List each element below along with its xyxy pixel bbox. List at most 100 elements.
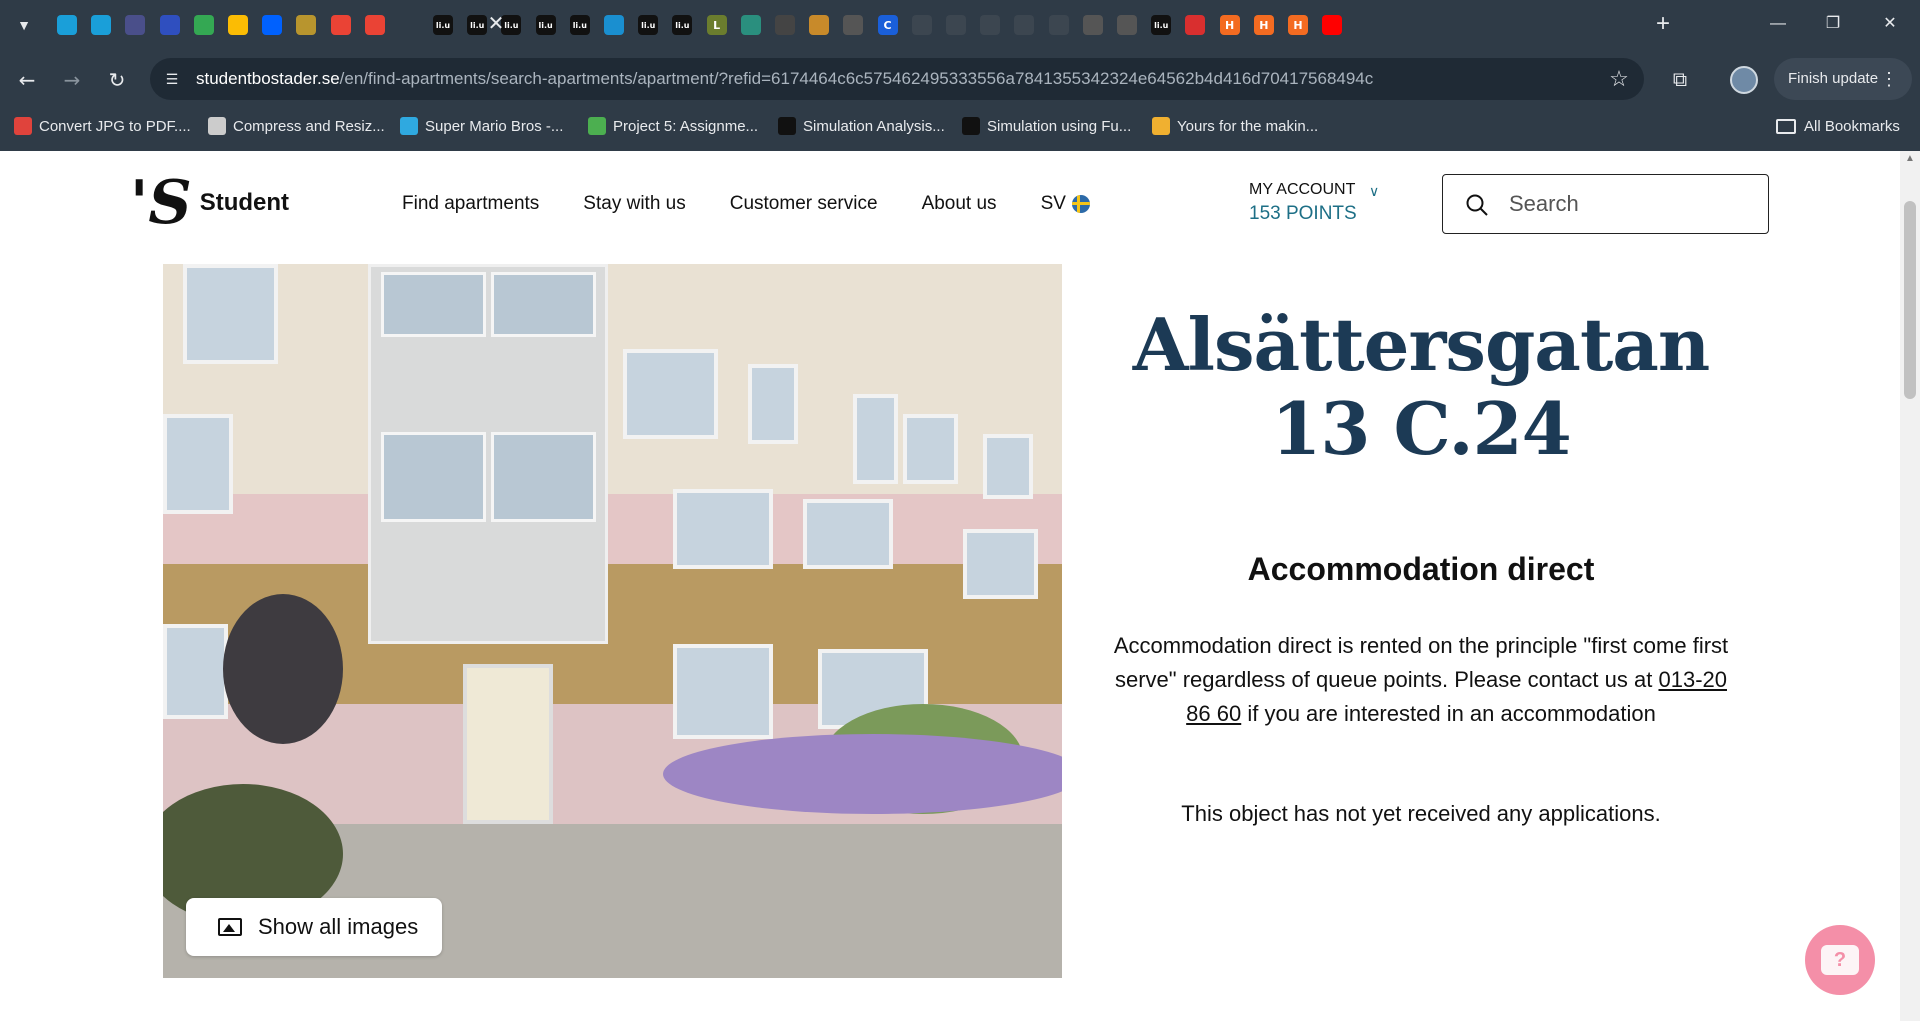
liu-icon: li.u	[1151, 15, 1172, 35]
extensions-puzzle-icon[interactable]: ⧉	[1662, 62, 1698, 98]
tab-search-chevron-icon[interactable]: ▼	[10, 12, 38, 38]
address-bar[interactable]: ☰ studentbostader.se/en/find-apartments/…	[150, 58, 1644, 100]
book-icon	[740, 15, 761, 35]
bookmark-item[interactable]: Project 5: Assignme...	[588, 112, 758, 140]
browser-tab[interactable]: li.u	[665, 8, 699, 42]
bookmark-star-icon[interactable]: ☆	[1606, 66, 1632, 92]
browser-tab[interactable]	[734, 8, 768, 42]
browser-tab[interactable]	[221, 8, 255, 42]
browser-tab[interactable]	[597, 8, 631, 42]
language-switch[interactable]: SV	[1041, 193, 1090, 215]
nav-customer-service[interactable]: Customer service	[730, 193, 878, 215]
browser-tab[interactable]: C	[871, 8, 905, 42]
browser-tab[interactable]	[118, 8, 152, 42]
url-text[interactable]: studentbostader.se/en/find-apartments/se…	[196, 69, 1373, 89]
bookmarks-bar: Convert JPG to PDF.... Compress and Resiz…	[0, 112, 1920, 140]
site-search[interactable]	[1442, 174, 1769, 234]
chevron-down-icon[interactable]: ∨	[1369, 183, 1379, 200]
circle-logo-icon	[125, 15, 146, 35]
bookmark-item[interactable]: Compress and Resiz...	[208, 112, 385, 140]
browser-tab[interactable]	[905, 8, 939, 42]
listing-description: Accommodation direct is rented on the pr…	[1112, 629, 1730, 731]
browser-tab[interactable]	[1076, 8, 1110, 42]
browser-tab[interactable]: li.u	[1144, 8, 1178, 42]
minimize-button[interactable]: —	[1758, 8, 1798, 40]
profile-avatar[interactable]	[1730, 66, 1758, 94]
bookmark-item[interactable]: Yours for the makin...	[1152, 112, 1318, 140]
nav-find-apartments[interactable]: Find apartments	[402, 193, 539, 215]
browser-tab[interactable]	[255, 8, 289, 42]
scroll-thumb[interactable]	[1904, 201, 1916, 399]
forward-button[interactable]: →	[54, 62, 90, 98]
restore-button[interactable]: ❐	[1813, 8, 1853, 40]
photo-window	[853, 394, 898, 484]
browser-tab[interactable]	[1042, 8, 1076, 42]
arrow-logo-icon	[778, 117, 796, 135]
browser-tab[interactable]: L	[700, 8, 734, 42]
browser-tab[interactable]	[1315, 8, 1349, 42]
nav-stay-with-us[interactable]: Stay with us	[583, 193, 685, 215]
site-settings-icon[interactable]: ☰	[162, 69, 182, 89]
bookmark-item[interactable]: Simulation Analysis...	[778, 112, 945, 140]
tab-icon	[911, 15, 932, 35]
browser-tab[interactable]	[50, 8, 84, 42]
emoji-icon	[1152, 117, 1170, 135]
chat-button[interactable]: ?	[1805, 925, 1875, 995]
browser-tab[interactable]	[973, 8, 1007, 42]
swedish-flag-icon	[1071, 195, 1090, 213]
browser-tab[interactable]	[84, 8, 118, 42]
browser-tab[interactable]: H	[1247, 8, 1281, 42]
page-content: 'S Student Find apartments Stay with us …	[0, 151, 1900, 1021]
tab-close-icon[interactable]: ✕	[482, 10, 510, 38]
browser-tab[interactable]: li.u	[631, 8, 665, 42]
bookmark-item[interactable]: Super Mario Bros -...	[400, 112, 563, 140]
finish-update-button[interactable]: Finish update ⋮	[1774, 58, 1912, 100]
apartment-photo[interactable]: Show all images	[163, 264, 1062, 978]
browser-tab[interactable]: H	[1213, 8, 1247, 42]
scroll-up-arrow-icon[interactable]: ▲	[1904, 153, 1916, 165]
nav-about-us[interactable]: About us	[922, 193, 997, 215]
photo-window	[673, 644, 773, 739]
browser-tab[interactable]: li.u	[426, 8, 460, 42]
photo-window	[623, 349, 718, 439]
browser-tab[interactable]: li.u	[529, 8, 563, 42]
browser-tab[interactable]	[939, 8, 973, 42]
all-bookmarks-button[interactable]: All Bookmarks	[1776, 112, 1900, 140]
close-window-button[interactable]: ✕	[1870, 8, 1910, 40]
browser-tab[interactable]	[802, 8, 836, 42]
browser-tab[interactable]	[324, 8, 358, 42]
tab-icon	[296, 15, 317, 35]
browser-tab[interactable]	[358, 8, 392, 42]
reload-button[interactable]: ↻	[99, 62, 135, 98]
browser-tab[interactable]	[836, 8, 870, 42]
browser-tab[interactable]	[153, 8, 187, 42]
url-path: /en/find-apartments/search-apartments/ap…	[339, 69, 1374, 88]
browser-tab[interactable]	[768, 8, 802, 42]
tab-strip: ▼ li.u li.u li.u li.u li.u li.u li.u L Cli.u H H H …	[0, 0, 1920, 50]
back-button[interactable]: ←	[9, 62, 45, 98]
tab-icon	[946, 15, 966, 35]
browser-tab[interactable]: li.u	[563, 8, 597, 42]
search-icon[interactable]	[1465, 193, 1489, 217]
search-input[interactable]	[1509, 187, 1749, 221]
page-scrollbar[interactable]: ▲	[1900, 151, 1920, 1021]
letter-c-icon: C	[877, 15, 898, 35]
liu-icon: li.u	[433, 15, 453, 35]
browser-tab[interactable]	[1178, 8, 1212, 42]
browser-tab[interactable]	[1007, 8, 1041, 42]
more-menu-icon[interactable]: ⋮	[1880, 58, 1898, 100]
browser-tab[interactable]: H	[1281, 8, 1315, 42]
new-tab-button[interactable]: +	[1648, 10, 1678, 40]
red-circle-icon	[1185, 15, 1206, 35]
site-logo[interactable]: 'S Student	[130, 173, 289, 233]
bookmark-item[interactable]: Simulation using Fu...	[962, 112, 1131, 140]
browser-tab[interactable]	[1110, 8, 1144, 42]
bookmark-item[interactable]: Convert JPG to PDF....	[14, 112, 191, 140]
browser-tab[interactable]	[289, 8, 323, 42]
browser-tab[interactable]	[187, 8, 221, 42]
bookmark-label: Convert JPG to PDF....	[39, 117, 191, 135]
link-icon	[91, 15, 112, 35]
my-account-menu[interactable]: MY ACCOUNT 153 POINTS ∨	[1249, 181, 1379, 225]
show-all-images-button[interactable]: Show all images	[186, 898, 442, 956]
browser-chrome: ▼ li.u li.u li.u li.u li.u li.u li.u L Cli.u H H H …	[0, 0, 1920, 151]
